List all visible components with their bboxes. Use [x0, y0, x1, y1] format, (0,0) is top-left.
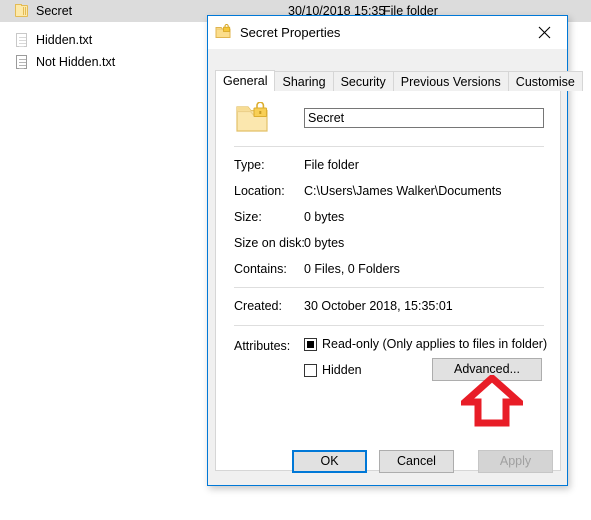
- hidden-checkbox[interactable]: Hidden: [304, 363, 362, 377]
- tab-sharing[interactable]: Sharing: [274, 71, 334, 91]
- attributes-label: Attributes:: [234, 339, 291, 353]
- property-created: Created: 30 October 2018, 15:35:01: [216, 299, 560, 315]
- checkbox-box: [304, 363, 317, 377]
- property-label: Contains:: [234, 262, 287, 276]
- readonly-label: Read-only (Only applies to files in fold…: [322, 337, 548, 351]
- cancel-button[interactable]: Cancel: [379, 450, 454, 473]
- tab-strip: General Sharing Security Previous Versio…: [215, 70, 583, 91]
- tab-general[interactable]: General: [215, 70, 276, 91]
- property-location: Location: C:\Users\James Walker\Document…: [216, 184, 560, 200]
- property-value: 0 bytes: [304, 210, 345, 224]
- property-value: 0 bytes: [304, 236, 345, 250]
- property-label: Created:: [234, 299, 282, 313]
- divider: [234, 146, 544, 147]
- folder-locked-icon: [234, 101, 270, 134]
- property-size: Size: 0 bytes: [216, 210, 560, 226]
- property-value: C:\Users\James Walker\Documents: [304, 184, 502, 198]
- close-icon[interactable]: [522, 16, 567, 48]
- document-icon: [14, 54, 30, 70]
- folder-locked-icon: [215, 24, 232, 41]
- file-name: Secret: [36, 4, 73, 18]
- folder-name-header: [216, 99, 560, 143]
- property-label: Location:: [234, 184, 285, 198]
- property-size-on-disk: Size on disk: 0 bytes: [216, 236, 560, 252]
- file-name: Hidden.txt: [36, 33, 93, 47]
- property-value: File folder: [304, 158, 359, 172]
- property-type: Type: File folder: [216, 158, 560, 174]
- dialog-footer: OK Cancel Apply: [208, 440, 567, 485]
- divider: [234, 287, 544, 288]
- divider: [234, 325, 544, 326]
- tab-security[interactable]: Security: [332, 71, 394, 91]
- folder-name-input[interactable]: [304, 108, 544, 128]
- up-arrow-annotation: [455, 373, 529, 427]
- property-contains: Contains: 0 Files, 0 Folders: [216, 262, 560, 278]
- property-value: 0 Files, 0 Folders: [304, 262, 400, 276]
- dialog-title-bar: Secret Properties: [208, 16, 567, 49]
- tab-customise[interactable]: Customise: [507, 71, 583, 91]
- folder-icon: [14, 3, 30, 19]
- readonly-checkbox[interactable]: Read-only (Only applies to files in fold…: [304, 337, 547, 351]
- property-value: 30 October 2018, 15:35:01: [304, 299, 453, 313]
- checkbox-box: [304, 337, 317, 351]
- dialog-title: Secret Properties: [240, 25, 341, 40]
- apply-button: Apply: [478, 450, 553, 473]
- hidden-label: Hidden: [322, 363, 362, 377]
- file-name: Not Hidden.txt: [36, 55, 116, 69]
- property-label: Size on disk:: [234, 236, 305, 250]
- document-icon-dim: [14, 32, 30, 48]
- tab-previous-versions[interactable]: Previous Versions: [392, 71, 509, 91]
- ok-button[interactable]: OK: [292, 450, 367, 473]
- property-label: Type:: [234, 158, 265, 172]
- property-label: Size:: [234, 210, 262, 224]
